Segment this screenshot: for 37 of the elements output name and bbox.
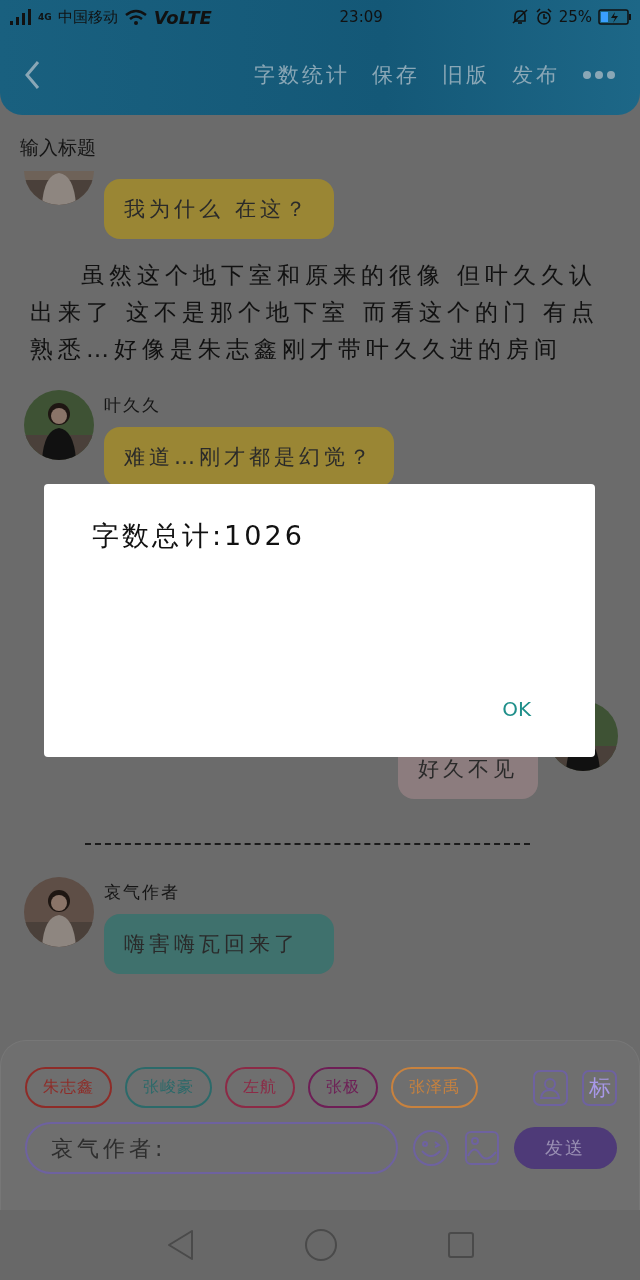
- carrier-name: 中国移动: [57, 7, 118, 27]
- signal-icon: [8, 8, 32, 26]
- narration-text: 虽然这个地下室和原来的很像 但叶久久认出来了 这不是那个地下室 而看这个的门 有点熟悉…好像是朱志鑫刚才带叶久久进的房间: [29, 261, 600, 364]
- recents-icon[interactable]: [447, 1231, 476, 1259]
- back-icon[interactable]: [24, 59, 40, 90]
- ok-button[interactable]: OK: [502, 697, 531, 721]
- sender-name: 哀气作者: [104, 881, 180, 904]
- message-bubble: 我为什么 在这？: [104, 179, 334, 239]
- character-chip[interactable]: 朱志鑫: [25, 1067, 112, 1108]
- toolbar-action[interactable]: 保存: [372, 60, 420, 89]
- emoji-icon[interactable]: [411, 1129, 450, 1167]
- clock: 23:09: [339, 8, 383, 26]
- toolbar-action[interactable]: 发布: [512, 60, 560, 89]
- toolbar-action[interactable]: 字数统计: [254, 60, 350, 89]
- network-type: 4G: [38, 12, 52, 22]
- toolbar-action[interactable]: 旧版: [442, 60, 490, 89]
- mute-bell-icon: [510, 8, 529, 26]
- message-bubble: 嗨害嗨瓦回来了: [104, 914, 334, 974]
- title-field[interactable]: 输入标题: [0, 115, 640, 171]
- battery-percent: 25%: [558, 8, 592, 26]
- sender-name: 叶久久: [104, 394, 161, 417]
- image-icon[interactable]: [463, 1130, 500, 1166]
- volte-label: VoLTE: [153, 6, 212, 28]
- message-bubble: 难道…刚才都是幻觉？: [104, 427, 394, 487]
- character-chip[interactable]: 左航: [225, 1067, 295, 1108]
- more-icon[interactable]: [582, 69, 616, 80]
- tag-button[interactable]: 标: [582, 1069, 617, 1106]
- alarm-icon: [534, 8, 553, 26]
- dialog-message: 字数总计:1026: [92, 519, 306, 553]
- contact-button[interactable]: [533, 1069, 568, 1106]
- send-button[interactable]: 发送: [513, 1127, 617, 1169]
- wifi-icon: [123, 8, 148, 26]
- message-input[interactable]: 哀气作者:: [25, 1122, 398, 1174]
- battery-icon: [598, 9, 632, 25]
- character-chip[interactable]: 张泽禹: [391, 1067, 478, 1108]
- home-icon[interactable]: [304, 1228, 338, 1262]
- character-chip[interactable]: 张极: [308, 1067, 378, 1108]
